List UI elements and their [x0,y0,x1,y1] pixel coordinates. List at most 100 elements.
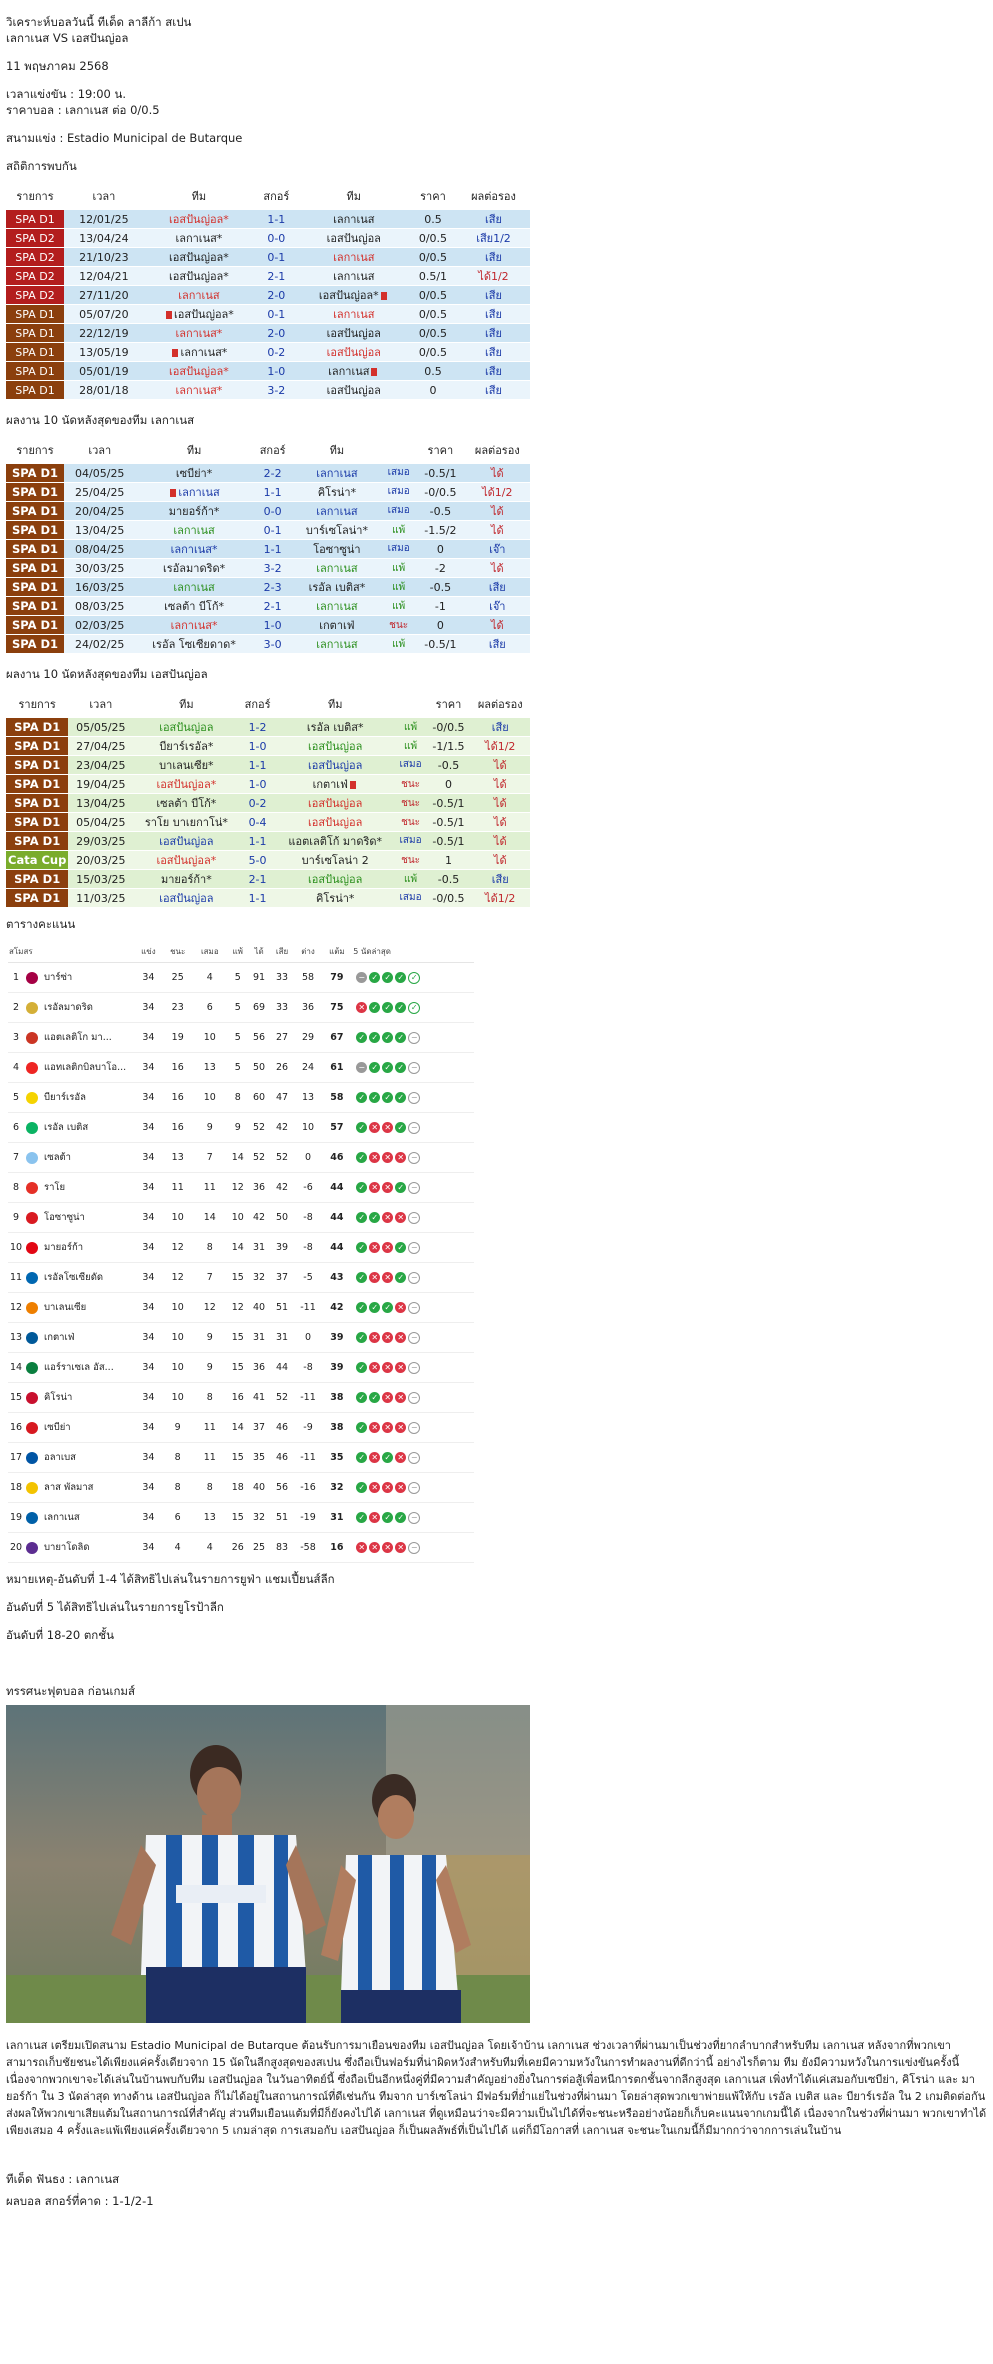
team-cell: เอสปันญ่อล [275,794,395,812]
points: 44 [321,1172,353,1203]
column-header: สกอร์ [244,697,271,711]
handicap-odds: -0.5 [416,578,465,596]
team-name: เลกาเนส [316,467,358,480]
stat-ga: 33 [269,992,295,1023]
win-icon: ✓ [356,1092,368,1103]
loss-icon: ✕ [395,1152,407,1163]
league-badge: SPA D1 [6,616,64,634]
handicap-odds: -1 [416,597,465,615]
column-header: เวลา [92,189,116,203]
handicap-result: ได้ [464,464,530,482]
match-outcome: เสมอ [394,756,427,774]
stat-d: 11 [192,1172,227,1203]
stat-d: 9 [192,1112,227,1143]
match-outcome: เสมอ [381,483,417,501]
stat-gd: -16 [294,1472,322,1503]
stat-ga: 50 [269,1202,295,1233]
stat-p: 34 [134,1382,163,1413]
points: 79 [321,962,353,993]
points: 42 [321,1292,353,1323]
upcoming-icon: − [408,1061,421,1074]
match-score: 1-0 [239,737,276,755]
h2h-row: SPA D1 22/12/19 เลกาเนส* 2-0 เอสปันญ่อล 0/0.5… [6,324,530,342]
stat-ga: 26 [269,1052,295,1083]
handicap-odds: -0/0.5 [426,718,471,736]
handicap-odds: 0/0.5 [408,343,457,361]
team-cell: เอสปันญ่อล [275,756,395,774]
stat-l: 5 [226,992,249,1023]
stat-gd: 58 [294,962,322,993]
stat-d: 8 [192,1232,227,1263]
handicap-result: เสีย [457,286,530,304]
stat-gd: 0 [294,1322,322,1353]
team-name: เลกาเนส [173,581,215,594]
form-cell: ✓ ✓ ✓ ✓ − [352,1082,474,1113]
red-card-icon [371,368,378,376]
match-date: 25/04/25 [64,483,136,501]
note-uel: อันดับที่ 5 ได้สิทธิไปเล่นในรายการยูโรป้… [6,1600,224,1614]
team-cell: เอสปันญ่อล* [143,267,255,285]
team-name: เอสปันญ่อล* [168,365,229,378]
team-cell: เอสปันญ่อล [298,343,409,361]
win-icon: ✓ [356,1032,368,1043]
standings-row: 3 แอตเลติโก มา... 34 19 10 5 56 27 29 67 ✓ ✓ ✓ ✓ − [8,1022,474,1053]
club-logo-cell [24,1412,40,1443]
loss-icon: ✕ [369,1332,381,1343]
points: 57 [321,1112,353,1143]
match-outcome: แพ้ [381,521,417,539]
club-logo-icon [26,1481,38,1494]
stat-gd: 13 [294,1082,322,1113]
points: 44 [321,1202,353,1233]
stat-d: 11 [192,1412,227,1443]
upcoming-icon: − [408,1481,421,1494]
team-name: บาเลนเซีย [40,1292,134,1323]
match-date: 11 พฤษภาคม 2568 [6,59,109,73]
stat-ga: 42 [269,1172,295,1203]
preview-heading: ทรรศนะฟุตบอล ก่อนเกมส์ [6,1684,136,1698]
standings-row: 8 ราโย 34 11 11 12 36 42 -6 44 ✓ ✕ ✕ ✓ − [8,1172,474,1203]
team-name: เลกาเนส [333,251,375,264]
team-cell: เกตาเฟ่ [275,775,395,793]
match-outcome: ชนะ [394,775,427,793]
loss-icon: ✕ [382,1182,394,1193]
team-position: 3 [8,1022,24,1053]
form-row: SPA D1 02/03/25 เลกาเนส* 1-0 เกตาเฟ่ ชนะ 0 ได้ [6,616,530,634]
h2h-heading: สถิติการพบกัน [6,159,77,173]
stat-gf: 52 [248,1112,270,1143]
team-cell: บาร์เซโลน่า 2 [275,851,395,869]
stat-l: 8 [226,1082,249,1113]
stat-gf: 69 [248,992,270,1023]
players-illustration [6,1705,530,2023]
match-outcome: ชนะ [394,794,427,812]
win-icon: ✓ [356,1152,368,1163]
stat-gd: -9 [294,1412,322,1443]
win-icon: ✓ [382,1092,394,1103]
team-name: มายอร์ก้า* [160,873,212,886]
team-name: เลกาเนส [316,600,358,613]
predicted-score: ผลบอล สกอร์ที่คาด : 1-1/2-1 [6,2194,154,2208]
form-row: SPA D1 05/04/25 ราโย บาเยกาโน่* 0-4 เอสปันญ่… [6,813,530,831]
h2h-row: SPA D1 12/01/25 เอสปันญ่อล* 1-1 เลกาเนส 0.5 เส… [6,210,530,228]
league-badge: SPA D2 [6,267,64,285]
league-badge: SPA D1 [6,889,69,907]
league-badge: SPA D1 [6,756,69,774]
handicap-result: ได้ [470,794,530,812]
match-date: 29/03/25 [68,832,134,850]
club-logo-icon [26,1541,38,1554]
league-badge: SPA D1 [6,521,64,539]
upcoming-icon: − [408,1331,421,1344]
form-row: SPA D1 20/04/25 มายอร์ก้า* 0-0 เลกาเนส เสมอ -0… [6,502,530,520]
team-cell: เลกาเนส* [143,343,255,361]
upcoming-icon: − [408,1211,421,1224]
team-name: มายอร์ก้า* [168,505,220,518]
handicap-odds: 0/0.5 [408,305,457,323]
handicap-result: ได้1/2 [470,889,530,907]
league-badge: SPA D1 [6,381,64,399]
team-position: 7 [8,1142,24,1173]
match-score: 0-0 [252,502,293,520]
upcoming-icon: − [408,1391,421,1404]
club-logo-cell [24,1142,40,1173]
team-name: เลกาเนส [333,213,375,226]
club-logo-cell [24,1532,40,1563]
column-header: 5 นัดล่าสุด [352,940,474,963]
